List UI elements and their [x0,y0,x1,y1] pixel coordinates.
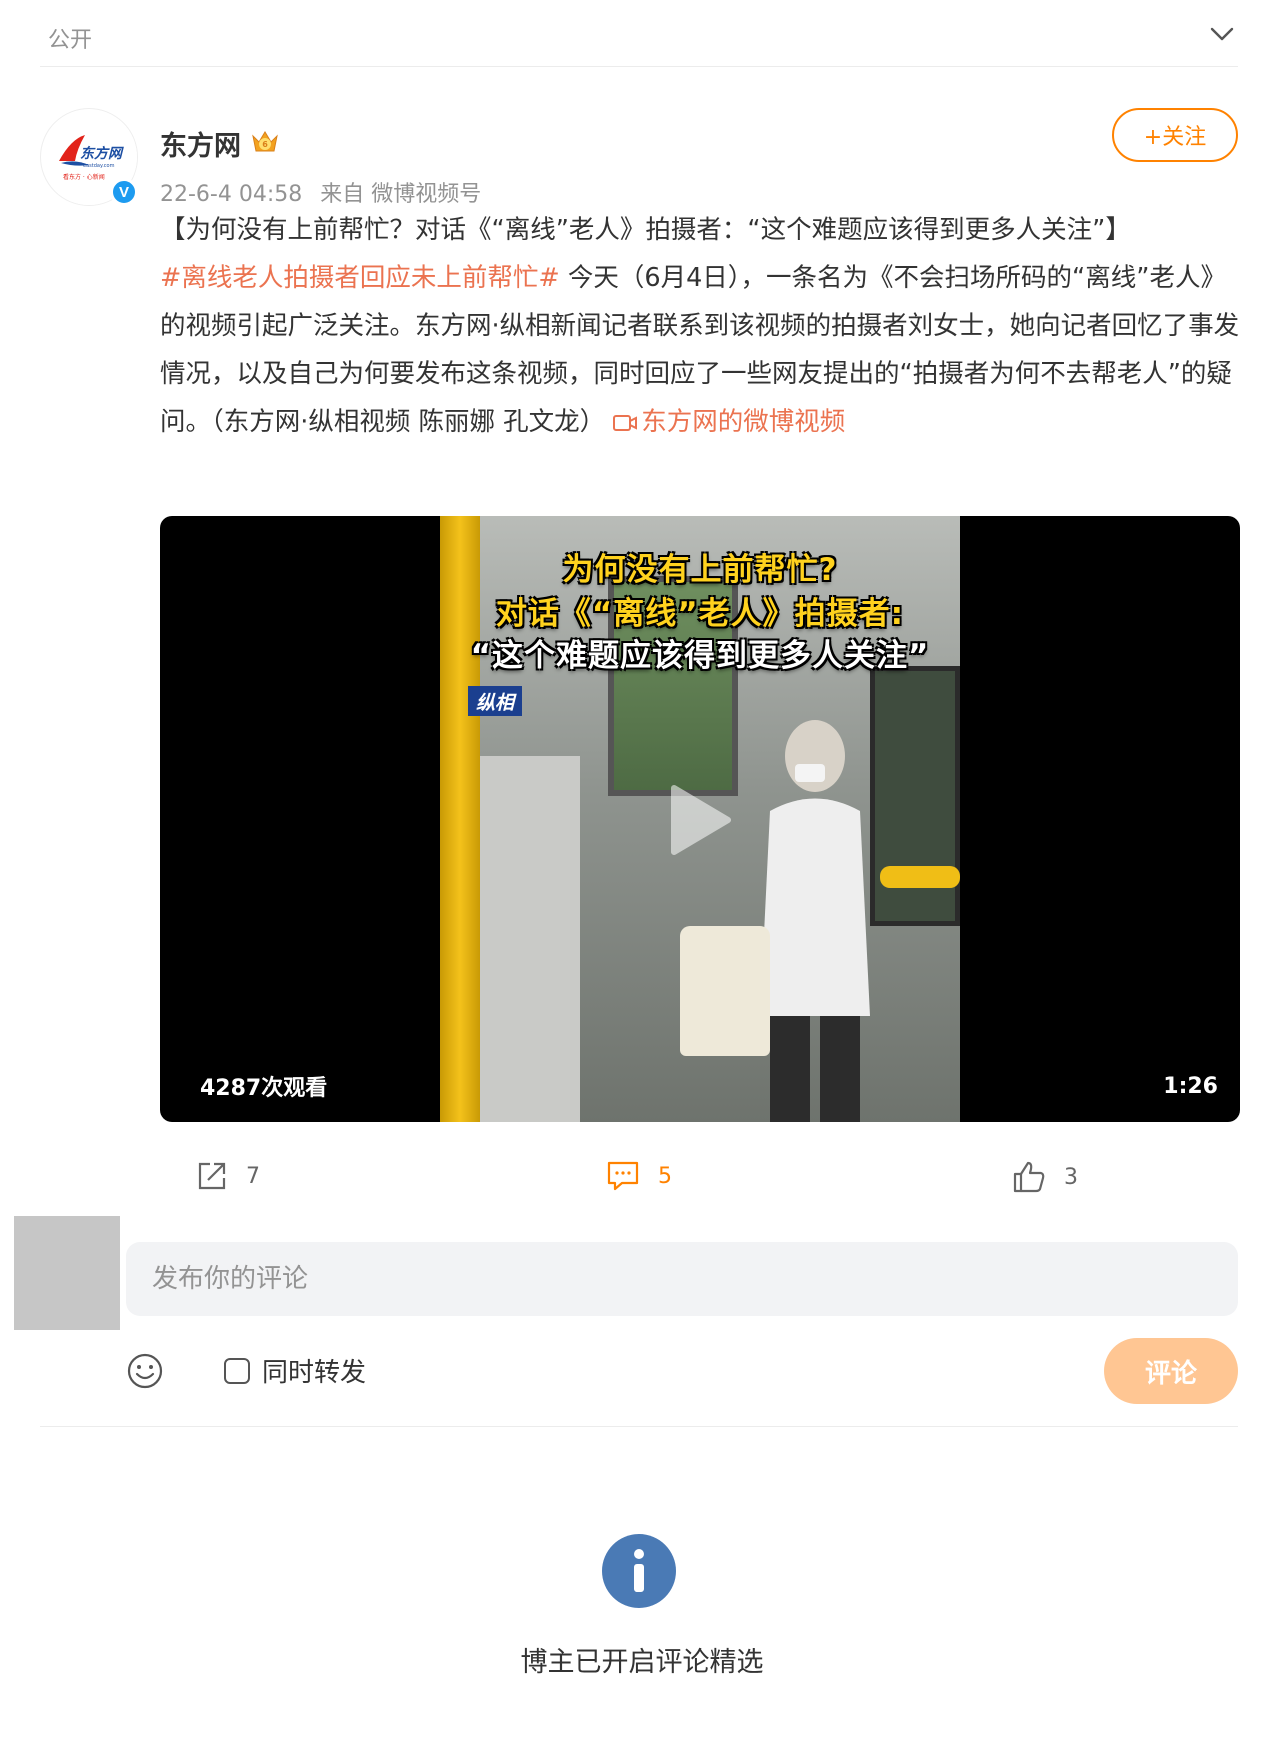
share-count: 7 [246,1163,260,1189]
comment-icon [607,1161,639,1191]
post-content: 【为何没有上前帮忙？对话《“离线”老人》拍摄者：“这个难题应该得到更多人关注”】… [160,206,1240,446]
user-avatar [14,1216,120,1330]
emoji-icon[interactable] [126,1352,164,1390]
divider [40,1426,1238,1427]
post-meta: 22-6-4 04:58 来自 微博视频号 [160,176,481,208]
view-count: 4287次观看 [200,1076,328,1101]
divider [40,66,1238,67]
visibility-label: 公开 [48,28,93,53]
video-duration: 1:26 [1163,1074,1218,1099]
video-caption-line3: “这个难题应该得到更多人关注” [470,638,930,674]
like-count: 3 [1064,1164,1078,1190]
comment-count: 5 [658,1163,672,1189]
video-caption-line2: 对话《“离线”老人》拍摄者: [495,596,905,632]
follow-button[interactable]: +关注 [1112,108,1238,162]
play-icon[interactable] [668,784,732,856]
author-name[interactable]: 东方网 [160,124,241,163]
video-link-label: 东方网的微博视频 [641,407,846,437]
share-icon [198,1162,226,1190]
svg-text:6: 6 [262,140,268,149]
comment-input[interactable] [126,1242,1238,1316]
post-title: 【为何没有上前帮忙？对话《“离线”老人》拍摄者：“这个难题应该得到更多人关注”】 [160,215,1131,245]
video-player[interactable]: 为何没有上前帮忙? 对话《“离线”老人》拍摄者: “这个难题应该得到更多人关注”… [160,516,1240,1122]
video-watermark: 纵相 [468,686,523,716]
comment-button[interactable]: 5 [606,1160,672,1192]
checkbox-box[interactable] [224,1357,250,1384]
header-bar: 公开 [0,0,1284,66]
share-button[interactable]: 7 [196,1160,260,1192]
submit-comment-button[interactable]: 评论 [1104,1338,1238,1404]
info-icon [602,1534,676,1608]
comment-selection-notice: 博主已开启评论精选 [520,1647,764,1678]
video-camera-icon [613,415,638,431]
post-time[interactable]: 22-6-4 04:58 [160,182,302,207]
action-bar: 7 5 3 [0,1150,1284,1206]
chevron-down-icon[interactable] [1208,20,1236,48]
like-button[interactable]: 3 [1012,1160,1078,1194]
video-caption-line1: 为何没有上前帮忙? [562,552,838,588]
repost-checkbox[interactable]: 同时转发 [224,1352,366,1389]
svg-text:eastday.com: eastday.com [83,163,115,169]
hashtag-link[interactable]: #离线老人拍摄者回应未上前帮忙# [160,263,560,293]
svg-text:看东方 · 心新闻: 看东方 · 心新闻 [63,173,105,181]
svg-text:东方网: 东方网 [80,145,124,162]
thumbs-up-icon [1013,1161,1045,1193]
repost-label: 同时转发 [262,1358,367,1388]
video-source-link[interactable]: 东方网的微博视频 [613,407,845,437]
elderly-man-figure [760,720,870,1122]
crown-icon: 6 [252,131,278,152]
verified-badge-icon: V [110,178,138,206]
post-source[interactable]: 来自 微博视频号 [320,182,481,207]
